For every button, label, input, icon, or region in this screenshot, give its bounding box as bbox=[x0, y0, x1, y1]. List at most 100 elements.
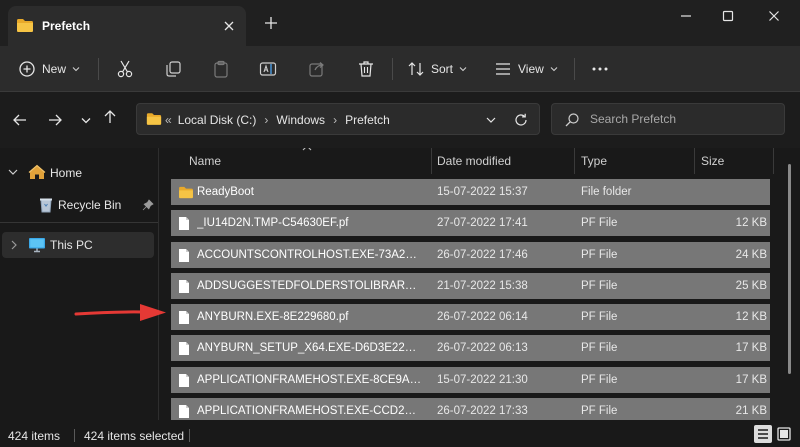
address-bar[interactable]: « Local Disk (C:) › Windows › Prefetch bbox=[136, 103, 540, 135]
details-view-icon[interactable] bbox=[754, 425, 772, 443]
file-icon bbox=[178, 248, 190, 263]
column-header-type[interactable]: Type bbox=[581, 148, 681, 174]
column-header-name[interactable]: Name bbox=[189, 148, 429, 174]
copy-icon bbox=[163, 59, 183, 79]
column-divider[interactable] bbox=[773, 148, 774, 174]
rename-button[interactable] bbox=[258, 54, 278, 84]
chevron-down-icon bbox=[72, 66, 80, 72]
tiles-view-icon[interactable] bbox=[775, 425, 793, 443]
view-button[interactable]: View bbox=[494, 54, 558, 84]
more-options-button[interactable] bbox=[590, 54, 610, 84]
breadcrumb: « Local Disk (C:) › Windows › Prefetch bbox=[165, 113, 390, 127]
sort-button[interactable]: Sort bbox=[407, 54, 467, 84]
table-row[interactable]: _IU14D2N.TMP-C54630EF.pf 27-07-2022 17:4… bbox=[171, 210, 770, 236]
file-size: 24 KB bbox=[735, 249, 767, 261]
breadcrumb-windows[interactable]: Windows bbox=[276, 113, 325, 127]
file-name: ACCOUNTSCONTROLHOST.EXE-73A2EE5... bbox=[197, 249, 423, 261]
command-bar: New Sort View bbox=[0, 46, 800, 92]
minimize-icon[interactable] bbox=[676, 8, 696, 24]
tab-prefetch[interactable]: Prefetch bbox=[8, 6, 246, 46]
share-button[interactable] bbox=[307, 54, 327, 84]
sidebar-divider bbox=[0, 222, 158, 223]
column-divider[interactable] bbox=[574, 148, 575, 174]
file-date: 21-07-2022 15:38 bbox=[437, 280, 528, 292]
delete-icon bbox=[356, 59, 376, 79]
new-button[interactable]: New bbox=[18, 54, 80, 84]
file-name: _IU14D2N.TMP-C54630EF.pf bbox=[197, 217, 349, 229]
folder-icon bbox=[16, 18, 34, 33]
file-size: 21 KB bbox=[735, 405, 767, 417]
file-icon bbox=[178, 341, 190, 356]
breadcrumb-local-disk[interactable]: Local Disk (C:) bbox=[178, 113, 257, 127]
file-date: 26-07-2022 06:13 bbox=[437, 342, 528, 354]
paste-button[interactable] bbox=[211, 54, 231, 84]
sidebar-item-home[interactable]: Home bbox=[2, 160, 154, 186]
toolbar-divider bbox=[574, 58, 575, 80]
toolbar-divider bbox=[392, 58, 393, 80]
chevron-right-icon[interactable] bbox=[10, 240, 18, 250]
chevron-right-icon[interactable]: › bbox=[333, 113, 337, 127]
file-icon bbox=[178, 373, 190, 388]
address-dropdown-icon[interactable] bbox=[483, 112, 499, 128]
file-name: APPLICATIONFRAMEHOST.EXE-8CE9A1E... bbox=[197, 374, 423, 386]
chevron-right-icon[interactable]: › bbox=[264, 113, 268, 127]
table-row[interactable]: ACCOUNTSCONTROLHOST.EXE-73A2EE5... 26-07… bbox=[171, 242, 770, 268]
back-icon[interactable] bbox=[10, 110, 30, 130]
table-row[interactable]: APPLICATIONFRAMEHOST.EXE-CCD2A1... 26-07… bbox=[171, 398, 770, 420]
column-header-size[interactable]: Size bbox=[701, 148, 771, 174]
file-date: 26-07-2022 17:46 bbox=[437, 249, 528, 261]
sidebar-item-recycle-bin[interactable]: Recycle Bin bbox=[2, 192, 154, 218]
file-type: PF File bbox=[581, 405, 618, 417]
navigation-bar: « Local Disk (C:) › Windows › Prefetch bbox=[0, 92, 800, 148]
table-row[interactable]: ADDSUGGESTEDFOLDERSTOLIBRARYD-C... 21-07… bbox=[171, 273, 770, 299]
close-window-icon[interactable] bbox=[764, 8, 784, 24]
selected-count: 424 items selected bbox=[84, 429, 185, 443]
file-type: PF File bbox=[581, 249, 618, 261]
file-name: ReadyBoot bbox=[197, 186, 254, 198]
cut-icon bbox=[115, 59, 135, 79]
chevron-down-icon bbox=[550, 66, 558, 72]
folder-icon bbox=[178, 186, 194, 199]
sort-icon bbox=[407, 60, 425, 78]
search-input[interactable] bbox=[590, 110, 776, 128]
recent-locations-icon[interactable] bbox=[76, 110, 96, 130]
file-name: ANYBURN.EXE-8E229680.pf bbox=[197, 311, 349, 323]
breadcrumb-overflow[interactable]: « bbox=[165, 113, 172, 127]
refresh-icon[interactable] bbox=[513, 112, 529, 128]
close-tab-icon[interactable] bbox=[220, 17, 238, 35]
delete-button[interactable] bbox=[356, 54, 376, 84]
table-row[interactable]: ReadyBoot 15-07-2022 15:37 File folder bbox=[171, 179, 770, 205]
forward-icon[interactable] bbox=[45, 110, 65, 130]
file-type: File folder bbox=[581, 186, 632, 198]
vertical-scrollbar[interactable] bbox=[788, 164, 791, 374]
column-divider[interactable] bbox=[694, 148, 695, 174]
recycle-bin-icon bbox=[38, 196, 54, 214]
copy-button[interactable] bbox=[163, 54, 183, 84]
column-divider[interactable] bbox=[431, 148, 432, 174]
maximize-icon[interactable] bbox=[718, 8, 738, 24]
status-divider bbox=[189, 429, 190, 442]
sidebar-item-this-pc[interactable]: This PC bbox=[2, 232, 154, 258]
table-row[interactable]: ANYBURN_SETUP_X64.EXE-D6D3E22B.pf 26-07-… bbox=[171, 335, 770, 361]
plus-circle-icon bbox=[18, 60, 36, 78]
tab-title: Prefetch bbox=[42, 19, 91, 33]
file-name: ADDSUGGESTEDFOLDERSTOLIBRARYD-C... bbox=[197, 280, 423, 292]
search-box[interactable] bbox=[551, 103, 785, 135]
file-list: Name Date modified Type Size ReadyBoot 1… bbox=[159, 148, 800, 420]
computer-icon bbox=[28, 237, 46, 253]
file-name: ANYBURN_SETUP_X64.EXE-D6D3E22B.pf bbox=[197, 342, 423, 354]
table-row[interactable]: ANYBURN.EXE-8E229680.pf 26-07-2022 06:14… bbox=[171, 304, 770, 330]
new-tab-icon[interactable] bbox=[262, 14, 280, 32]
status-divider bbox=[74, 429, 75, 442]
breadcrumb-prefetch[interactable]: Prefetch bbox=[345, 113, 390, 127]
up-icon[interactable] bbox=[100, 107, 120, 127]
column-header-date[interactable]: Date modified bbox=[437, 148, 567, 174]
cut-button[interactable] bbox=[115, 54, 135, 84]
chevron-down-icon bbox=[459, 66, 467, 72]
pin-icon[interactable] bbox=[142, 199, 154, 211]
chevron-down-icon[interactable] bbox=[8, 168, 18, 176]
file-size: 17 KB bbox=[735, 374, 767, 386]
file-type: PF File bbox=[581, 280, 618, 292]
file-size: 17 KB bbox=[735, 342, 767, 354]
table-row[interactable]: APPLICATIONFRAMEHOST.EXE-8CE9A1E... 15-0… bbox=[171, 367, 770, 393]
